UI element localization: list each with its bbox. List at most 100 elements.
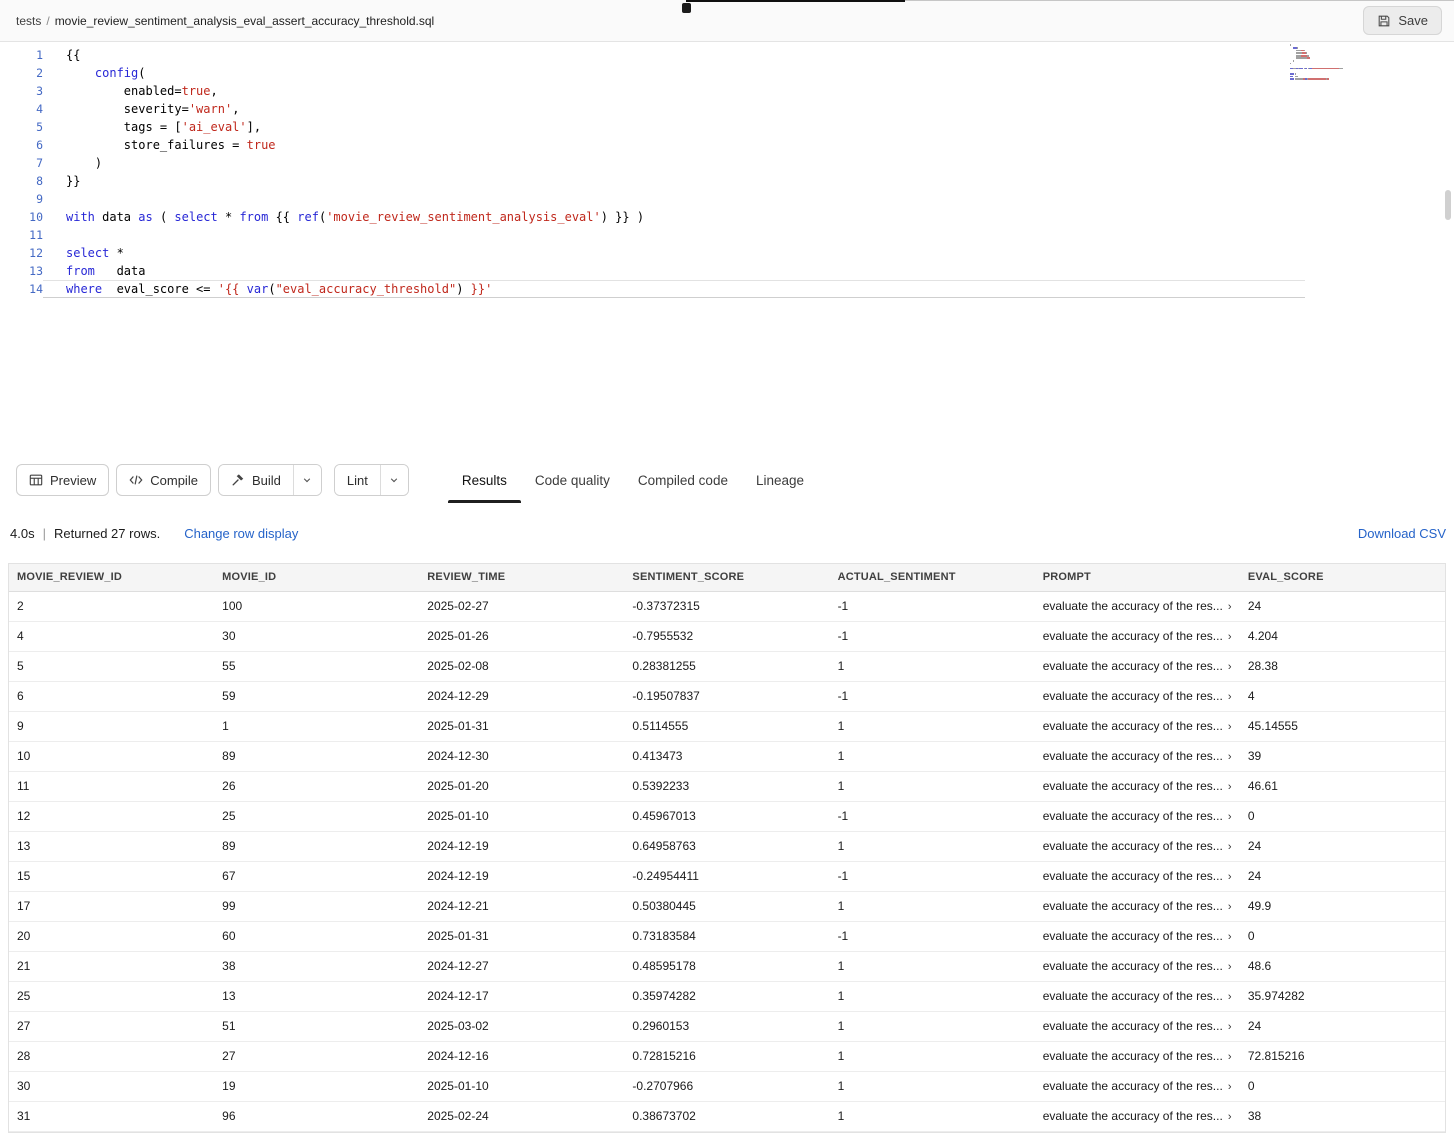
minimap[interactable] <box>1290 44 1402 80</box>
code-line[interactable]: 1{{ <box>0 46 1454 64</box>
code-text: select * <box>43 244 124 262</box>
cell-eval-score: 35.974282 <box>1240 981 1445 1011</box>
expand-chevron-icon: › <box>1228 1021 1232 1033</box>
cell-prompt[interactable]: evaluate the accuracy of the res...› <box>1035 771 1240 801</box>
save-button[interactable]: Save <box>1363 6 1442 35</box>
table-row: 13892024-12-190.649587631evaluate the ac… <box>9 831 1445 861</box>
cell-eval-score: 24 <box>1240 831 1445 861</box>
cell-prompt[interactable]: evaluate the accuracy of the res...› <box>1035 711 1240 741</box>
tab-results[interactable]: Results <box>448 457 521 503</box>
code-line[interactable]: 11 <box>0 226 1454 244</box>
code-line[interactable]: 9 <box>0 190 1454 208</box>
cell-actual-sentiment: 1 <box>830 891 1035 921</box>
cell-prompt[interactable]: evaluate the accuracy of the res...› <box>1035 681 1240 711</box>
cell-prompt[interactable]: evaluate the accuracy of the res...› <box>1035 801 1240 831</box>
cell-actual-sentiment: 1 <box>830 711 1035 741</box>
code-line[interactable]: 14where eval_score <= '{{ var("eval_accu… <box>0 280 1454 298</box>
cell-review-time: 2025-02-27 <box>419 591 624 621</box>
cell-actual-sentiment: 1 <box>830 831 1035 861</box>
cell-prompt[interactable]: evaluate the accuracy of the res...› <box>1035 981 1240 1011</box>
line-number: 12 <box>0 244 43 262</box>
cell-eval-score: 0 <box>1240 1071 1445 1101</box>
code-text <box>43 190 66 208</box>
code-line[interactable]: 13from data <box>0 262 1454 280</box>
cell-actual-sentiment: -1 <box>830 681 1035 711</box>
table-row: 20602025-01-310.73183584-1evaluate the a… <box>9 921 1445 951</box>
breadcrumb-folder[interactable]: tests <box>16 14 41 28</box>
code-line[interactable]: 2 config( <box>0 64 1454 82</box>
cell-prompt[interactable]: evaluate the accuracy of the res...› <box>1035 831 1240 861</box>
code-line[interactable]: 6 store_failures = true <box>0 136 1454 154</box>
editor-scrollbar[interactable] <box>1445 190 1451 220</box>
cell-movie-id: 60 <box>214 921 419 951</box>
cell-eval-score: 24 <box>1240 861 1445 891</box>
code-line[interactable]: 3 enabled=true, <box>0 82 1454 100</box>
tab-code-quality[interactable]: Code quality <box>521 457 624 503</box>
results-tab-bar: ResultsCode qualityCompiled codeLineage <box>448 457 818 503</box>
cell-prompt[interactable]: evaluate the accuracy of the res...› <box>1035 921 1240 951</box>
preview-icon <box>29 473 43 487</box>
code-line[interactable]: 12select * <box>0 244 1454 262</box>
build-dropdown-button[interactable] <box>293 465 321 495</box>
cell-prompt[interactable]: evaluate the accuracy of the res...› <box>1035 1041 1240 1071</box>
cell-sentiment-score: 0.48595178 <box>624 951 829 981</box>
cell-movie-review-id: 9 <box>9 711 214 741</box>
download-csv-link[interactable]: Download CSV <box>1358 526 1446 541</box>
cell-movie-review-id: 6 <box>9 681 214 711</box>
cell-prompt[interactable]: evaluate the accuracy of the res...› <box>1035 591 1240 621</box>
cell-actual-sentiment: -1 <box>830 861 1035 891</box>
results-table: MOVIE_REVIEW_IDMOVIE_IDREVIEW_TIMESENTIM… <box>8 563 1446 1133</box>
topbar: tests / movie_review_sentiment_analysis_… <box>0 0 1454 42</box>
column-header-eval-score: EVAL_SCORE <box>1240 564 1445 591</box>
code-line[interactable]: 10with data as ( select * from {{ ref('m… <box>0 208 1454 226</box>
cell-eval-score: 0 <box>1240 801 1445 831</box>
cell-prompt[interactable]: evaluate the accuracy of the res...› <box>1035 891 1240 921</box>
cell-prompt[interactable]: evaluate the accuracy of the res...› <box>1035 741 1240 771</box>
code-editor[interactable]: 1{{2 config(3 enabled=true,4 severity='w… <box>0 42 1454 457</box>
table-row: 25132024-12-170.359742821evaluate the ac… <box>9 981 1445 1011</box>
code-line[interactable]: 7 ) <box>0 154 1454 172</box>
cell-review-time: 2025-01-31 <box>419 921 624 951</box>
lint-dropdown-button[interactable] <box>380 465 408 495</box>
code-line[interactable]: 8}} <box>0 172 1454 190</box>
table-row: 30192025-01-10-0.27079661evaluate the ac… <box>9 1071 1445 1101</box>
cell-sentiment-score: 0.72815216 <box>624 1041 829 1071</box>
line-number: 4 <box>0 100 43 118</box>
cell-movie-id: 1 <box>214 711 419 741</box>
code-text: tags = ['ai_eval'], <box>43 118 261 136</box>
cell-movie-review-id: 13 <box>9 831 214 861</box>
code-line[interactable]: 5 tags = ['ai_eval'], <box>0 118 1454 136</box>
cell-prompt[interactable]: evaluate the accuracy of the res...› <box>1035 951 1240 981</box>
status-bar: 4.0s | Returned 27 rows. Change row disp… <box>0 503 1454 563</box>
cell-eval-score: 72.815216 <box>1240 1041 1445 1071</box>
expand-chevron-icon: › <box>1228 601 1232 613</box>
minimap-line <box>1290 78 1402 81</box>
change-row-display-link[interactable]: Change row display <box>184 526 298 541</box>
preview-button[interactable]: Preview <box>16 464 109 496</box>
toolbar: Preview Compile Build Lint <box>0 457 1454 503</box>
cell-prompt[interactable]: evaluate the accuracy of the res...› <box>1035 1011 1240 1041</box>
cell-review-time: 2024-12-30 <box>419 741 624 771</box>
tab-lineage[interactable]: Lineage <box>742 457 818 503</box>
cell-prompt[interactable]: evaluate the accuracy of the res...› <box>1035 1101 1240 1131</box>
cell-sentiment-score: 0.38673702 <box>624 1101 829 1131</box>
cell-prompt[interactable]: evaluate the accuracy of the res...› <box>1035 861 1240 891</box>
cell-sentiment-score: 0.413473 <box>624 741 829 771</box>
column-header-review-time: REVIEW_TIME <box>419 564 624 591</box>
cell-prompt[interactable]: evaluate the accuracy of the res...› <box>1035 1071 1240 1101</box>
cell-actual-sentiment: 1 <box>830 651 1035 681</box>
cell-movie-id: 19 <box>214 1071 419 1101</box>
code-text: with data as ( select * from {{ ref('mov… <box>43 208 644 226</box>
code-line[interactable]: 4 severity='warn', <box>0 100 1454 118</box>
line-number: 3 <box>0 82 43 100</box>
prompt-text: evaluate the accuracy of the res... <box>1043 749 1223 763</box>
tab-compiled-code[interactable]: Compiled code <box>624 457 742 503</box>
cell-sentiment-score: 0.5392233 <box>624 771 829 801</box>
cell-prompt[interactable]: evaluate the accuracy of the res...› <box>1035 651 1240 681</box>
build-button[interactable]: Build <box>219 465 293 495</box>
cell-review-time: 2025-03-02 <box>419 1011 624 1041</box>
compile-button[interactable]: Compile <box>116 464 211 496</box>
expand-chevron-icon: › <box>1228 841 1232 853</box>
lint-button[interactable]: Lint <box>335 465 380 495</box>
cell-prompt[interactable]: evaluate the accuracy of the res...› <box>1035 621 1240 651</box>
